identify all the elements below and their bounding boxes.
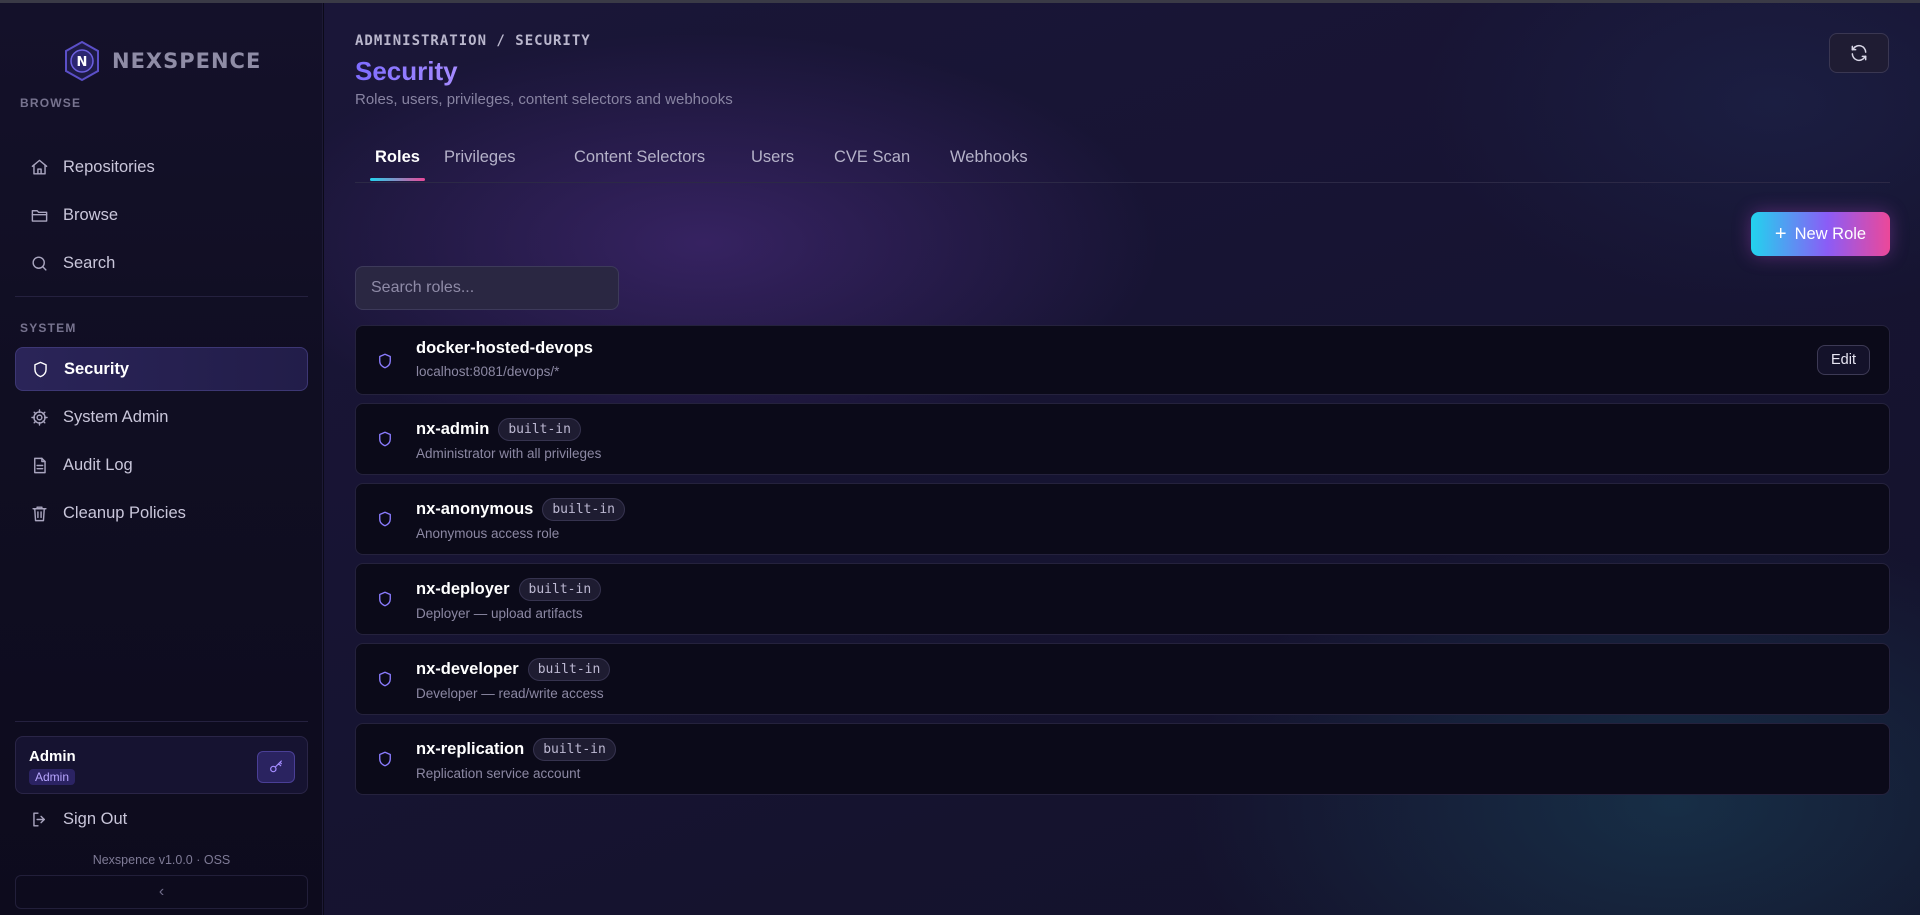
sign-out-button[interactable]: Sign Out <box>15 797 308 841</box>
breadcrumb: ADMINISTRATION / SECURITY <box>355 33 591 49</box>
role-description: Developer — read/write access <box>416 686 604 701</box>
tab-privileges[interactable]: Privileges <box>444 148 516 167</box>
search-roles-input[interactable] <box>355 266 619 310</box>
role-description: Administrator with all privileges <box>416 446 602 461</box>
tab-roles[interactable]: Roles <box>375 148 420 167</box>
tab-bar: Roles Privileges Content Selectors Users… <box>355 136 1890 183</box>
active-tab-indicator <box>370 178 425 181</box>
sidebar-item-search[interactable]: Search <box>15 241 308 285</box>
folder-icon <box>29 205 49 225</box>
collapse-sidebar-button[interactable]: ‹ <box>15 875 308 909</box>
sidebar-item-label: Repositories <box>63 157 155 176</box>
role-description: localhost:8081/devops/* <box>416 364 560 379</box>
document-icon <box>29 455 49 475</box>
shield-icon <box>376 351 396 371</box>
tab-cve-scan[interactable]: CVE Scan <box>834 148 910 167</box>
role-name: nx-anonymous <box>416 500 534 518</box>
page-subtitle: Roles, users, privileges, content select… <box>355 91 733 108</box>
main-content: ADMINISTRATION / SECURITY Security Roles… <box>324 3 1920 915</box>
shield-icon <box>376 429 396 449</box>
shield-icon <box>376 509 396 529</box>
system-section-label: SYSTEM <box>20 321 77 335</box>
shield-icon <box>30 359 50 379</box>
page-title: Security <box>355 56 458 86</box>
built-in-badge: built-in <box>527 658 611 681</box>
app-version: Nexspence v1.0.0 · OSS <box>92 853 231 867</box>
sidebar-item-label: Cleanup Policies <box>63 503 186 522</box>
home-icon <box>29 157 49 177</box>
list-item[interactable]: nx-developer built-in Developer — read/wr… <box>355 643 1890 715</box>
sidebar-item-label: Browse <box>63 205 119 224</box>
shield-icon <box>376 589 396 609</box>
refresh-button[interactable] <box>1829 33 1889 73</box>
user-role-badge: Admin <box>29 769 76 785</box>
sidebar-item-cleanup-policies[interactable]: Cleanup Policies <box>15 491 308 535</box>
role-description: Deployer — upload artifacts <box>416 606 583 621</box>
shield-icon <box>376 749 396 769</box>
logo[interactable]: N NEXSPENCE <box>60 39 261 83</box>
role-description: Replication service account <box>416 766 581 781</box>
tab-content-selectors[interactable]: Content Selectors <box>574 148 705 167</box>
built-in-badge: built-in <box>533 738 616 761</box>
tab-webhooks[interactable]: Webhooks <box>950 148 1028 167</box>
list-item[interactable]: nx-anonymous built-in Anonymous access ro… <box>355 483 1890 555</box>
sidebar-item-system-admin[interactable]: System Admin <box>15 395 308 439</box>
sidebar-item-browse[interactable]: Browse <box>15 193 308 237</box>
user-card: Admin Admin <box>15 736 308 794</box>
sidebar-item-security[interactable]: Security <box>15 347 308 391</box>
sign-out-icon <box>29 809 49 829</box>
edit-button[interactable]: Edit <box>1817 345 1870 375</box>
tab-users[interactable]: Users <box>751 148 794 167</box>
new-role-label: New Role <box>1794 224 1867 243</box>
list-item[interactable]: nx-replication built-in Replication servi… <box>355 723 1890 795</box>
shield-icon <box>376 669 396 689</box>
role-name: nx-developer <box>416 660 519 678</box>
built-in-badge: built-in <box>542 498 625 521</box>
refresh-icon <box>1849 43 1869 63</box>
sidebar-item-label: Security <box>64 359 130 378</box>
sign-out-label: Sign Out <box>63 809 128 828</box>
built-in-badge: built-in <box>518 578 602 601</box>
sidebar-item-audit-log[interactable]: Audit Log <box>15 443 308 487</box>
svg-text:N: N <box>77 55 88 70</box>
sidebar: N NEXSPENCE BROWSE Repositories Browse S… <box>0 3 323 915</box>
list-item[interactable]: docker-hosted-devops localhost:8081/devo… <box>355 325 1890 395</box>
gear-icon <box>29 407 49 427</box>
new-role-button[interactable]: + New Role <box>1751 212 1890 256</box>
trash-icon <box>29 503 49 523</box>
sidebar-item-repositories[interactable]: Repositories <box>15 145 308 189</box>
role-name: docker-hosted-devops <box>416 339 593 357</box>
sidebar-item-label: Search <box>63 253 116 272</box>
list-item[interactable]: nx-admin built-in Administrator with all … <box>355 403 1890 475</box>
sidebar-item-label: Audit Log <box>63 455 133 474</box>
role-description: Anonymous access role <box>416 526 560 541</box>
role-name: nx-deployer <box>416 580 510 598</box>
nexspence-logo-icon: N <box>65 40 99 82</box>
browse-section-label: BROWSE <box>20 96 82 110</box>
plus-icon: + <box>1774 223 1787 245</box>
app-name: NEXSPENCE <box>112 49 262 73</box>
search-icon <box>29 253 49 273</box>
key-icon <box>268 759 284 775</box>
chevron-left-icon: ‹ <box>158 883 165 900</box>
sidebar-item-label: System Admin <box>63 407 169 426</box>
built-in-badge: built-in <box>498 418 581 441</box>
user-name: Admin <box>29 748 76 765</box>
sidebar-divider <box>15 296 308 297</box>
list-item[interactable]: nx-deployer built-in Deployer — upload ar… <box>355 563 1890 635</box>
change-password-button[interactable] <box>257 751 295 783</box>
role-name: nx-replication <box>416 740 525 758</box>
sidebar-divider <box>15 721 308 722</box>
roles-list: docker-hosted-devops localhost:8081/devo… <box>355 325 1890 803</box>
role-name: nx-admin <box>416 420 490 438</box>
